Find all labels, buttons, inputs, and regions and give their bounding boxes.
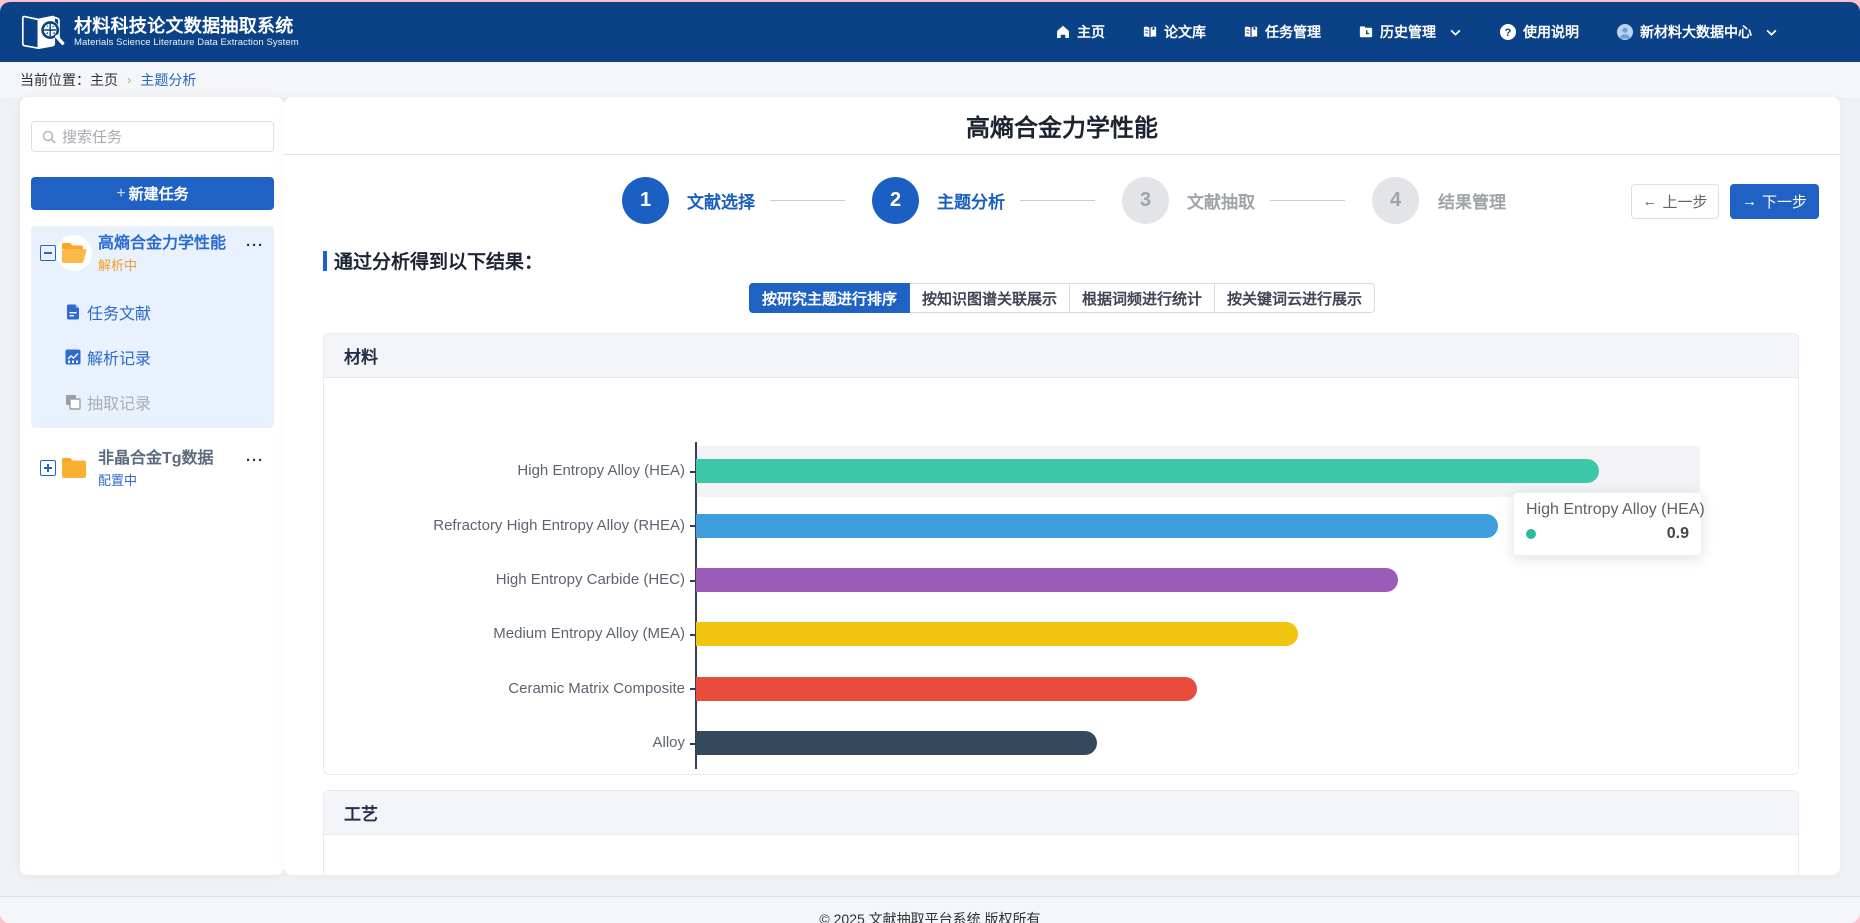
svg-text:?: ? xyxy=(1505,27,1512,39)
